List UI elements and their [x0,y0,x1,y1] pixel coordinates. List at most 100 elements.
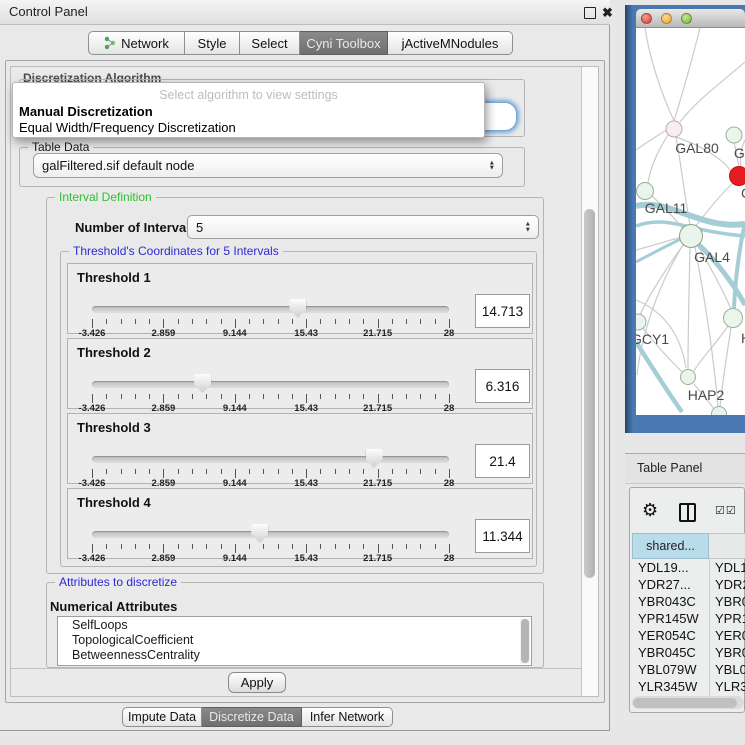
tab-jactivemnodules[interactable]: jActiveMNodules [388,31,513,55]
table-row[interactable]: YPR145WYPR1 [632,611,745,628]
main-scrollbar-thumb[interactable] [584,209,595,578]
close-icon[interactable]: ✖ [602,5,613,21]
network-node[interactable] [724,309,743,328]
cell-shared-name[interactable]: YLR345W [632,679,709,696]
threshold-3-value-field[interactable]: 21.4 [475,444,530,478]
network-node[interactable] [637,183,654,200]
cell-name[interactable]: YDR2 [709,577,745,594]
network-edge[interactable] [648,135,668,183]
cell-name[interactable]: YDL1 [709,560,745,577]
threshold-2-label: Threshold 2 [77,345,151,360]
table-row[interactable]: YER054CYER0 [632,628,745,645]
numerical-attribute-item[interactable]: TopologicalCoefficient [58,632,531,647]
cell-name[interactable]: YLR3 [709,679,745,696]
threshold-2-value-field[interactable]: 6.316 [475,369,530,403]
tick-mark [192,544,193,549]
algorithm-option-equal-width[interactable]: Equal Width/Frequency Discretization [19,120,236,135]
list-scrollbar-thumb[interactable] [521,619,529,663]
cell-name[interactable]: YBR0 [709,645,745,662]
threshold-2-slider-thumb[interactable] [194,374,211,393]
cell-name[interactable]: YBL0 [709,662,745,679]
tab-impute-data[interactable]: Impute Data [122,707,202,727]
network-edge[interactable] [680,62,745,122]
tick-mark [121,544,122,549]
numerical-attributes-list[interactable]: SelfLoopsTopologicalCoefficientBetweenne… [57,616,532,666]
table-row[interactable]: YBR043CYBR0 [632,594,745,611]
table-row[interactable]: YBR045CYBR0 [632,645,745,662]
tick-mark [392,544,393,549]
tab-select[interactable]: Select [240,31,300,55]
numerical-attribute-item[interactable]: SelfLoops [58,617,531,632]
threshold-3-slider-thumb[interactable] [366,449,383,468]
table-row[interactable]: YDR27...YDR2 [632,577,745,594]
network-node[interactable] [680,225,703,248]
apply-button[interactable]: Apply [228,672,286,693]
cell-shared-name[interactable]: YBL079W [632,662,709,679]
cell-name[interactable]: YER0 [709,628,745,645]
network-node[interactable] [726,127,742,143]
tab-infer-network[interactable]: Infer Network [302,707,393,727]
select-columns-icon[interactable]: ☑☑ [715,504,737,517]
cell-name[interactable]: YPR1 [709,611,745,628]
threshold-3-slider-track[interactable] [92,456,449,463]
table-hscrollbar-thumb[interactable] [633,698,737,708]
algorithm-placeholder-option[interactable]: Select algorithm to view settings [13,88,484,102]
table-hscrollbar[interactable] [632,696,744,709]
numerical-attribute-item[interactable]: BetweennessCentrality [58,647,531,662]
tick-mark [320,319,321,324]
number-of-intervals-combobox[interactable]: 5 ▲▼ [187,215,539,239]
cell-shared-name[interactable]: YBR043C [632,594,709,611]
column-header-shared-name[interactable]: shared... [632,533,709,559]
network-canvas[interactable]: GAL80GACGAL11GAL4GCY1HHAP2 [636,28,745,415]
tab-network[interactable]: Network [88,31,185,55]
tick-mark [420,544,421,549]
threshold-2-slider-track[interactable] [92,381,449,388]
table-row[interactable]: YBL079WYBL0 [632,662,745,679]
apply-row-divider [11,668,599,669]
network-node[interactable] [636,314,646,330]
threshold-1-slider-thumb[interactable] [289,299,306,318]
network-edge[interactable] [636,129,668,150]
network-edge-highlighted[interactable] [636,342,682,412]
tab-style[interactable]: Style [185,31,240,55]
threshold-1-slider-track[interactable] [92,306,449,313]
cell-shared-name[interactable]: YBR045C [632,645,709,662]
threshold-4-slider-thumb[interactable] [251,524,268,543]
main-scrollbar[interactable] [581,67,598,696]
network-edge[interactable] [695,247,718,407]
cell-shared-name[interactable]: YDR27... [632,577,709,594]
table-row[interactable]: YLR345WYLR3 [632,679,745,696]
mac-close-icon[interactable] [641,13,652,24]
network-edge[interactable] [694,326,728,371]
tab-discretize-data[interactable]: Discretize Data [202,707,302,727]
column-layout-icon[interactable] [679,503,696,522]
threshold-4-slider-track[interactable] [92,531,449,538]
tick-mark [192,319,193,324]
threshold-1-value-field[interactable]: 14.713 [475,294,530,328]
tick-mark [406,394,407,399]
tab-cyni-toolbox[interactable]: Cyni Toolbox [300,31,388,55]
cell-shared-name[interactable]: YDL19... [632,560,709,577]
network-node[interactable] [666,121,682,137]
algorithm-option-manual[interactable]: Manual Discretization [19,104,153,119]
column-header-name[interactable]: name [709,533,745,559]
tick-mark [449,319,450,328]
float-window-icon[interactable] [584,7,596,19]
table-data-combobox[interactable]: galFiltered.sif default node ▲▼ [33,153,503,178]
cell-shared-name[interactable]: YPR145W [632,611,709,628]
network-node[interactable] [681,370,696,385]
cell-shared-name[interactable]: YER054C [632,628,709,645]
gear-icon[interactable]: ⚙ [642,500,658,521]
list-scrollbar[interactable] [520,618,530,664]
network-edge[interactable] [688,248,690,369]
network-edge[interactable] [674,28,700,121]
table-panel-body: ⚙ ☑☑ shared... name YDL19...YDL1YDR27...… [629,487,745,713]
threshold-4-value-field[interactable]: 11.344 [475,519,530,553]
network-edge[interactable] [636,237,682,250]
table-row[interactable]: YDL19...YDL1 [632,560,745,577]
mac-minimize-icon[interactable] [661,13,672,24]
cell-name[interactable]: YBR0 [709,594,745,611]
mac-zoom-icon[interactable] [681,13,692,24]
network-edge[interactable] [645,28,674,121]
network-node[interactable] [730,167,745,186]
